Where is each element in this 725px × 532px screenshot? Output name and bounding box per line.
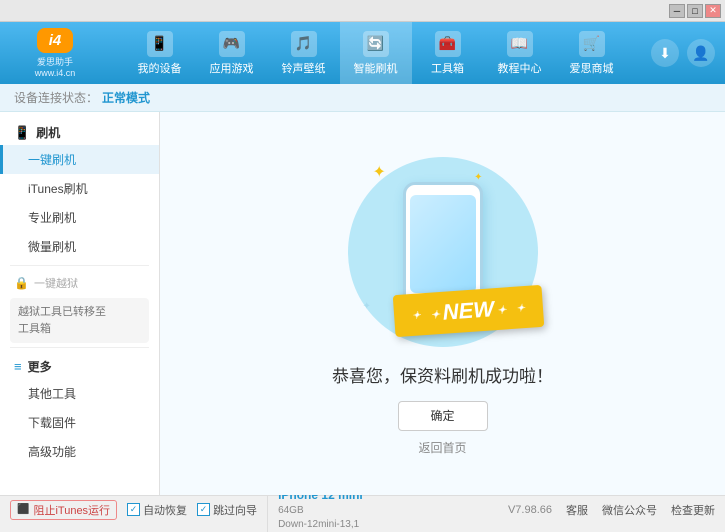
nav-item-smart-flash[interactable]: 🔄 智能刷机 [340, 22, 412, 84]
app-header: i4 爱思助手 www.i4.cn 📱 我的设备 🎮 应用游戏 🎵 铃声壁纸 🔄… [0, 22, 725, 84]
tutorial-label: 教程中心 [498, 60, 542, 76]
status-value: 正常模式 [102, 89, 150, 106]
jailbreak-lock-icon: 🔒 [14, 276, 29, 290]
sparkle-1: ✦ [373, 162, 386, 182]
ringtones-label: 铃声壁纸 [282, 60, 326, 76]
restore-button[interactable]: □ [687, 4, 703, 18]
back-link[interactable]: 返回首页 [418, 439, 466, 456]
flash-section-title: 刷机 [36, 124, 60, 141]
stop-itunes-icon: ⬛ [17, 504, 29, 515]
apps-games-label: 应用游戏 [210, 60, 254, 76]
toolbox-label: 工具箱 [431, 60, 464, 76]
phone-illustration: ✦NEW✦ ✦ ✦ ✦ [343, 152, 543, 352]
logo-char: i4 [49, 32, 62, 49]
sparkle-2: ✦ [474, 172, 482, 183]
jailbreak-section-title: 一键越狱 [34, 275, 78, 291]
sidebar-item-pro-flash[interactable]: 专业刷机 [0, 203, 159, 232]
auto-connect-label: 自动恢复 [143, 502, 187, 518]
sidebar-item-one-click-flash[interactable]: 一键刷机 [0, 145, 159, 174]
logo-icon: i4 [37, 28, 73, 53]
stop-itunes-label: 阻止iTunes运行 [33, 502, 110, 518]
store-label: 爱思商城 [570, 60, 614, 76]
main-area: 📱 刷机 一键刷机 iTunes刷机 专业刷机 微量刷机 🔒 一键越狱 越狱工具… [0, 112, 725, 495]
stop-itunes-button[interactable]: ⬛ 阻止iTunes运行 [10, 500, 117, 520]
toolbox-icon: 🧰 [435, 31, 461, 57]
sidebar-section-flash: 📱 刷机 [0, 118, 159, 145]
check-update-link[interactable]: 检查更新 [671, 502, 715, 518]
sidebar-section-more: ≡ 更多 [0, 352, 159, 379]
sidebar-item-other-tools[interactable]: 其他工具 [0, 379, 159, 408]
sidebar-section-jailbreak: 🔒 一键越狱 [0, 270, 159, 294]
nav-bar: 📱 我的设备 🎮 应用游戏 🎵 铃声壁纸 🔄 智能刷机 🧰 工具箱 📖 教程中心… [100, 22, 651, 84]
confirm-button[interactable]: 确定 [398, 401, 488, 431]
sidebar-item-download-firmware[interactable]: 下载固件 [0, 408, 159, 437]
device-storage: 64GB [278, 504, 363, 518]
apps-games-icon: 🎮 [219, 31, 245, 57]
bottom-bar: ⬛ 阻止iTunes运行 自动恢复 跳过向导 iPhone 12 mini 64… [0, 495, 725, 523]
nav-item-toolbox[interactable]: 🧰 工具箱 [412, 22, 484, 84]
close-button[interactable]: ✕ [705, 4, 721, 18]
title-bar: ─ □ ✕ [0, 0, 725, 22]
flash-section-icon: 📱 [14, 125, 30, 141]
customer-service-link[interactable]: 客服 [566, 502, 588, 518]
minimize-button[interactable]: ─ [669, 4, 685, 18]
sidebar-item-advanced[interactable]: 高级功能 [0, 437, 159, 466]
sidebar-item-micro-flash[interactable]: 微量刷机 [0, 232, 159, 261]
user-icon[interactable]: 👤 [687, 39, 715, 67]
status-bar: 设备连接状态： 正常模式 [0, 84, 725, 112]
skip-wizard-check-box [197, 503, 210, 516]
nav-item-my-device[interactable]: 📱 我的设备 [124, 22, 196, 84]
status-label: 设备连接状态： [14, 89, 98, 106]
auto-connect-checkbox[interactable]: 自动恢复 [127, 502, 187, 518]
sidebar-item-itunes-flash[interactable]: iTunes刷机 [0, 174, 159, 203]
my-device-icon: 📱 [147, 31, 173, 57]
sidebar-jailbreak-info: 越狱工具已转移至工具箱 [10, 298, 149, 343]
app-logo: i4 爱思助手 www.i4.cn [10, 28, 100, 78]
smart-flash-icon: 🔄 [363, 31, 389, 57]
device-model: Down-12mini-13,1 [278, 518, 363, 532]
version-text: V7.98.66 [508, 504, 552, 516]
logo-text: 爱思助手 [37, 55, 73, 68]
ringtones-icon: 🎵 [291, 31, 317, 57]
store-icon: 🛒 [579, 31, 605, 57]
nav-item-tutorial[interactable]: 📖 教程中心 [484, 22, 556, 84]
more-section-icon: ≡ [14, 359, 22, 374]
auto-connect-check-box [127, 503, 140, 516]
more-section-title: 更多 [28, 358, 52, 375]
phone-screen [410, 195, 476, 293]
success-text: 恭喜您，保资料刷机成功啦！ [332, 362, 553, 387]
nav-item-ringtones[interactable]: 🎵 铃声壁纸 [268, 22, 340, 84]
skip-wizard-label: 跳过向导 [213, 502, 257, 518]
sidebar: 📱 刷机 一键刷机 iTunes刷机 专业刷机 微量刷机 🔒 一键越狱 越狱工具… [0, 112, 160, 495]
my-device-label: 我的设备 [138, 60, 182, 76]
bottom-right: V7.98.66 客服 微信公众号 检查更新 [508, 502, 715, 518]
sidebar-divider-2 [10, 347, 149, 348]
skip-wizard-checkbox[interactable]: 跳过向导 [197, 502, 257, 518]
header-right: ⬇ 👤 [651, 39, 715, 67]
nav-item-store[interactable]: 🛒 爱思商城 [556, 22, 628, 84]
logo-url: www.i4.cn [35, 68, 76, 78]
nav-item-apps-games[interactable]: 🎮 应用游戏 [196, 22, 268, 84]
wechat-public-link[interactable]: 微信公众号 [602, 502, 657, 518]
tutorial-icon: 📖 [507, 31, 533, 57]
content-area: ✦NEW✦ ✦ ✦ ✦ 恭喜您，保资料刷机成功啦！ 确定 返回首页 [160, 112, 725, 495]
sidebar-divider-1 [10, 265, 149, 266]
download-icon[interactable]: ⬇ [651, 39, 679, 67]
sparkle-3: ✦ [363, 301, 371, 312]
smart-flash-label: 智能刷机 [354, 60, 398, 76]
